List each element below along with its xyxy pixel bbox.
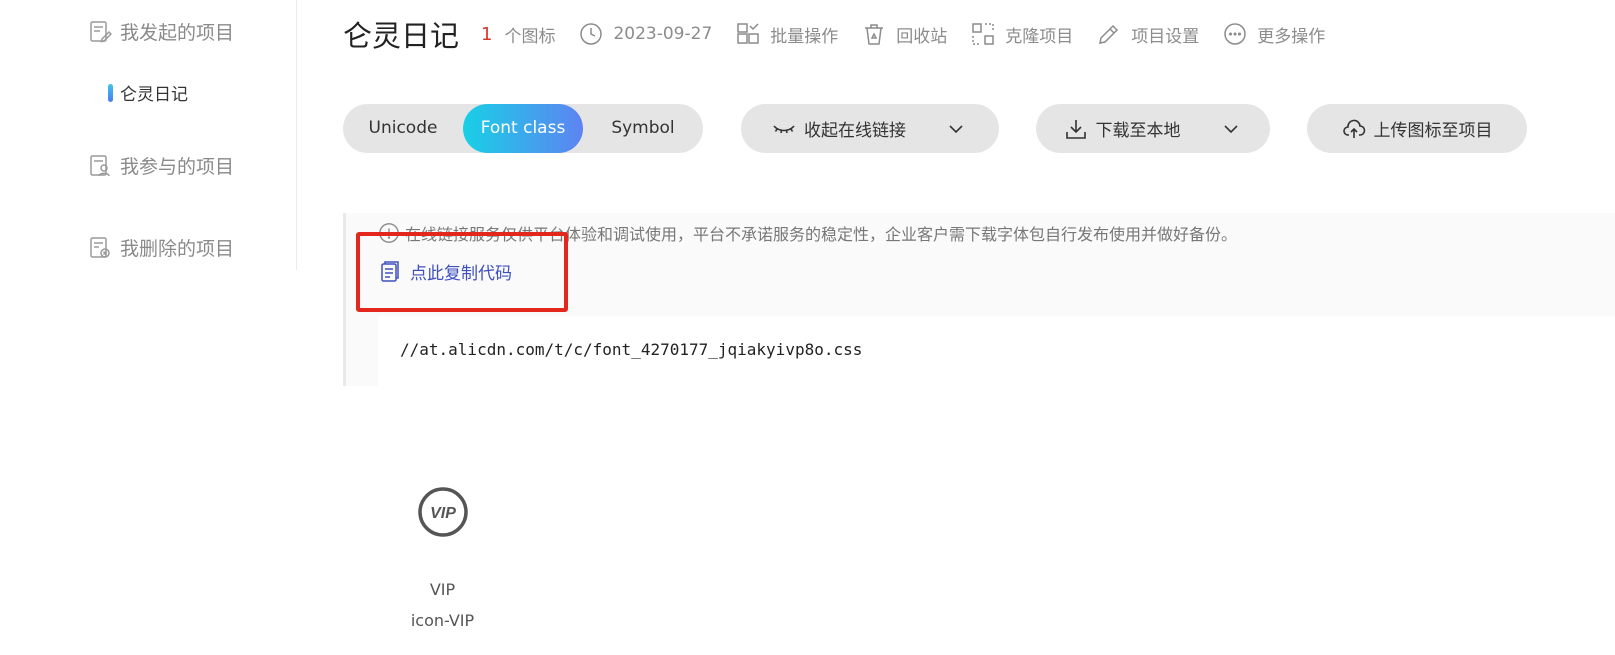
pencil-icon [1099,24,1119,44]
clock-icon [580,23,603,45]
clone-label: 克隆项目 [1005,26,1074,47]
chevron-down-icon [949,124,963,133]
collapse-label: 收起在线链接 [804,121,906,141]
download-icon [1065,119,1086,139]
sidebar-item-label: 我参与的项目 [120,156,235,178]
cloud-upload-icon [1342,119,1365,138]
icon-count-label: 个图标 [504,26,556,47]
user-doc-icon [90,154,110,176]
grid-icon [737,23,760,44]
icon-count: 1 [481,23,493,45]
date-info: 2023-09-27 [579,22,712,46]
batch-operation-button[interactable]: 批量操作 [736,22,838,47]
highlight-box [356,232,568,312]
edit-doc-icon [90,20,112,42]
tab-font-class[interactable]: Font class [463,104,583,153]
css-link-code: //at.alicdn.com/t/c/font_4270177_jqiakyi… [400,340,863,359]
active-indicator [108,83,113,102]
icon-glyph-text: VIP [430,505,456,522]
project-settings-button[interactable]: 项目设置 [1097,22,1199,47]
recycle-label: 回收站 [896,26,948,47]
sidebar-item-participated[interactable]: 我参与的项目 [88,152,234,179]
recycle-bin-button[interactable]: 回收站 [862,22,947,47]
eye-closed-icon [773,124,795,133]
more-actions-button[interactable]: 更多操作 [1223,22,1325,47]
upload-icons-button[interactable]: 上传图标至项目 [1307,104,1527,153]
upload-label: 上传图标至项目 [1373,121,1493,141]
clone-project-button[interactable]: 克隆项目 [971,22,1073,47]
batch-label: 批量操作 [770,26,839,47]
icon-name: VIP [429,580,456,599]
code-type-tabs: Unicode Font class Symbol [343,104,703,153]
page-title: 仑灵日记 [343,19,460,53]
sidebar-item-my-projects[interactable]: 我发起的项目 [88,18,234,45]
online-link-panel: 在线链接服务仅供平台体验和调试使用，平台不承诺服务的稳定性，企业客户需下载字体包… [343,213,1615,386]
code-box[interactable]: //at.alicdn.com/t/c/font_4270177_jqiakyi… [378,316,1615,386]
sidebar-item-deleted[interactable]: 我删除的项目 [88,234,234,261]
download-label: 下载至本地 [1095,121,1181,141]
chevron-down-icon [1223,124,1238,133]
tab-symbol[interactable]: Symbol [583,104,703,153]
more-label: 更多操作 [1257,26,1326,47]
sidebar: 我发起的项目 仑灵日记 我参与的项目 我删除的项目 [0,0,297,270]
icon-class-name: icon-VIP [410,611,475,630]
project-header: 仑灵日记 1 个图标 2023-09-27 批量操作 回收站 克隆项目 项目设置… [343,14,1325,54]
delete-doc-icon [90,236,110,258]
clone-icon [972,23,995,45]
icon-card[interactable]: VIP VIP icon-VIP [400,480,485,630]
sidebar-subitem-project[interactable]: 仑灵日记 [108,80,188,105]
sidebar-item-label: 我发起的项目 [120,22,235,44]
settings-label: 项目设置 [1131,26,1200,47]
vip-icon[interactable]: VIP [417,486,469,538]
download-local-button[interactable]: 下载至本地 [1036,104,1270,153]
more-icon [1224,23,1247,45]
collapse-online-link-button[interactable]: 收起在线链接 [741,104,999,153]
sidebar-item-label: 我删除的项目 [120,238,235,260]
sidebar-subitem-label: 仑灵日记 [120,85,188,105]
tab-unicode[interactable]: Unicode [343,104,463,153]
trash-icon [865,24,884,45]
date-text: 2023-09-27 [613,24,713,44]
